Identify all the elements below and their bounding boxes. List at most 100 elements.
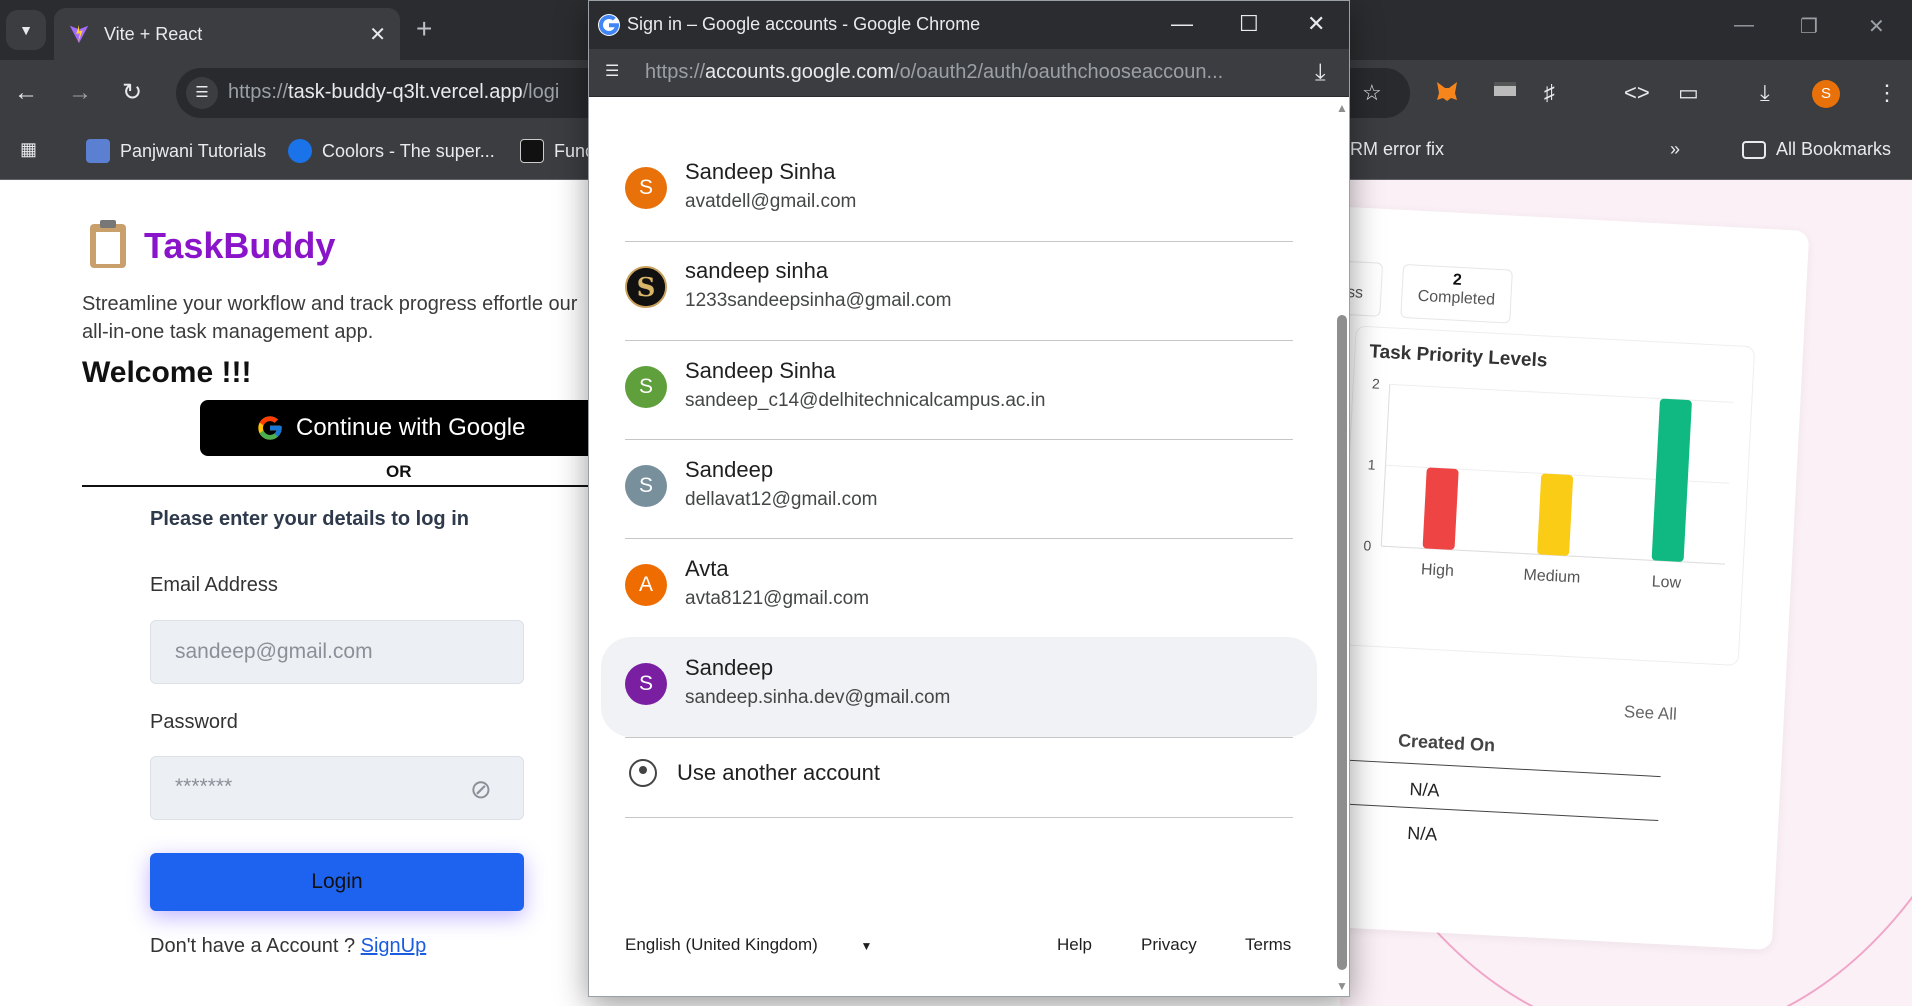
close-window-icon[interactable]: ✕ <box>1868 14 1885 39</box>
account-email: avatdell@gmail.com <box>685 191 857 212</box>
account-chooser: S Sandeep Sinha avatdell@gmail.com S san… <box>589 97 1349 996</box>
language-select[interactable]: English (United Kingdom) ▼ <box>625 935 872 955</box>
account-email: dellavat12@gmail.com <box>685 489 878 510</box>
menu-kebab-icon[interactable]: ⋮ <box>1876 78 1898 108</box>
device-toolbar-icon[interactable]: ▭ <box>1678 78 1699 108</box>
terms-link[interactable]: Terms <box>1245 935 1291 955</box>
password-label: Password <box>150 711 238 733</box>
account-item[interactable]: S Sandeep Sinha sandeep_c14@delhitechnic… <box>625 340 1293 440</box>
or-separator: OR <box>386 462 412 481</box>
y-tick-label: 2 <box>1372 375 1381 391</box>
priority-bar-chart: 0 1 2 High Medium Low <box>1363 375 1734 592</box>
email-field[interactable]: sandeep@gmail.com <box>150 620 524 684</box>
account-item[interactable]: S sandeep sinha 1233sandeepsinha@gmail.c… <box>625 240 1293 340</box>
popup-site-info-icon[interactable]: ☰ <box>605 61 619 81</box>
x-tick-label: High <box>1421 561 1455 580</box>
downloads-icon[interactable]: ⤓ <box>1760 78 1770 108</box>
help-link[interactable]: Help <box>1057 935 1092 955</box>
google-logo-icon <box>258 416 282 440</box>
metamask-icon[interactable] <box>1434 78 1460 112</box>
account-item[interactable]: A Avta avta8121@gmail.com <box>625 538 1293 638</box>
browser-tab[interactable]: Vite + React ✕ <box>54 8 400 60</box>
account-email: avta8121@gmail.com <box>685 588 870 609</box>
account-photo-icon: S <box>627 268 665 306</box>
popup-titlebar: Sign in – Google accounts - Google Chrom… <box>589 1 1349 49</box>
bookmark-func[interactable]: Func <box>520 139 594 163</box>
continue-with-google-button[interactable]: Continue with Google <box>200 400 600 456</box>
account-item[interactable]: S Sandeep Sinha avatdell@gmail.com <box>625 141 1293 241</box>
close-tab-icon[interactable]: ✕ <box>369 22 386 47</box>
account-avatar: S <box>625 167 667 209</box>
account-email: sandeep_c14@delhitechnicalcampus.ac.in <box>685 390 1046 411</box>
new-tab-button[interactable]: + <box>416 12 432 46</box>
forward-icon[interactable]: → <box>68 78 92 108</box>
account-item[interactable]: S Sandeep dellavat12@gmail.com <box>625 439 1293 539</box>
scroll-up-icon[interactable]: ▲ <box>1336 101 1348 115</box>
bookmark-panjwani[interactable]: Panjwani Tutorials <box>86 139 266 163</box>
popup-maximize-icon[interactable]: ☐ <box>1239 11 1259 37</box>
priority-chart-card: Task Priority Levels 0 1 2 High Medium Low <box>1339 325 1756 667</box>
y-tick-label: 0 <box>1363 537 1372 553</box>
account-email: 1233sandeepsinha@gmail.com <box>685 290 952 311</box>
signup-prompt: Don't have a Account ? <box>150 935 356 957</box>
scroll-down-icon[interactable]: ▼ <box>1336 979 1348 993</box>
site-settings-icon[interactable]: ☰ <box>186 77 218 109</box>
extensions-puzzle-icon[interactable]: ♯ <box>1544 78 1555 108</box>
table-cell: N/A <box>1406 822 1438 845</box>
minimize-icon[interactable]: — <box>1734 14 1754 37</box>
tab-search-button[interactable]: ▼ <box>6 10 46 50</box>
y-tick-label: 1 <box>1367 456 1376 472</box>
stat-completed: 2 Completed <box>1400 263 1513 324</box>
login-button[interactable]: Login <box>150 853 524 911</box>
vite-favicon-icon <box>69 24 89 44</box>
account-avatar: S <box>625 663 667 705</box>
account-item-hovered[interactable]: S Sandeep sandeep.sinha.dev@gmail.com <box>601 637 1317 737</box>
bookmark-rm-error-fix[interactable]: RM error fix <box>1350 139 1444 160</box>
popup-download-icon[interactable]: ⤓ <box>1315 59 1326 87</box>
account-avatar: A <box>625 564 667 606</box>
hn-favicon-icon <box>520 139 544 163</box>
coolors-favicon-icon <box>288 139 312 163</box>
signup-link[interactable]: SignUp <box>361 935 427 957</box>
password-field[interactable]: ******* <box>150 756 524 820</box>
google-signin-popup: Sign in – Google accounts - Google Chrom… <box>588 0 1350 997</box>
folder-icon <box>1742 140 1766 159</box>
account-name: Avta <box>685 556 729 581</box>
scrollbar-thumb[interactable] <box>1337 315 1347 970</box>
see-all-link[interactable]: See All <box>1623 702 1677 725</box>
account-separator <box>625 817 1293 818</box>
welcome-heading: Welcome !!! <box>82 356 252 389</box>
use-another-account-button[interactable]: Use another account <box>625 743 1293 803</box>
apps-grid-icon[interactable]: ▦ <box>20 139 37 160</box>
profile-avatar[interactable]: S <box>1812 80 1840 108</box>
bookmark-coolors[interactable]: Coolors - The super... <box>288 139 495 163</box>
privacy-link[interactable]: Privacy <box>1141 935 1197 955</box>
clipboard-icon <box>90 220 126 268</box>
account-separator <box>625 737 1293 738</box>
svg-text:S: S <box>637 273 656 303</box>
use-another-account-label: Use another account <box>677 760 881 785</box>
divider <box>82 485 602 487</box>
google-favicon-icon <box>598 14 620 36</box>
extension-icon[interactable] <box>1492 78 1518 112</box>
all-bookmarks[interactable]: All Bookmarks <box>1742 139 1891 160</box>
back-icon[interactable]: ← <box>14 78 38 108</box>
restore-icon[interactable]: ❐ <box>1800 14 1818 39</box>
account-name: sandeep sinha <box>685 258 829 283</box>
account-avatar: S <box>625 266 667 308</box>
tab-title: Vite + React <box>104 23 203 44</box>
language-value: English (United Kingdom) <box>625 935 818 954</box>
popup-minimize-icon[interactable]: — <box>1171 11 1193 37</box>
popup-close-icon[interactable]: ✕ <box>1307 11 1325 37</box>
devtools-icon[interactable]: <> <box>1624 78 1650 108</box>
account-email: sandeep.sinha.dev@gmail.com <box>685 687 951 708</box>
account-circle-icon <box>629 759 657 787</box>
popup-window-title: Sign in – Google accounts - Google Chrom… <box>627 14 981 34</box>
bar <box>1422 467 1459 550</box>
tagline: Streamline your workflow and track progr… <box>82 293 578 343</box>
google-button-label: Continue with Google <box>296 414 526 441</box>
reload-icon[interactable]: ↻ <box>122 78 142 108</box>
bookmark-star-icon[interactable]: ☆ <box>1362 78 1382 108</box>
eye-off-icon[interactable]: ⊘ <box>470 774 492 805</box>
more-bookmarks-icon[interactable]: » <box>1670 139 1680 160</box>
